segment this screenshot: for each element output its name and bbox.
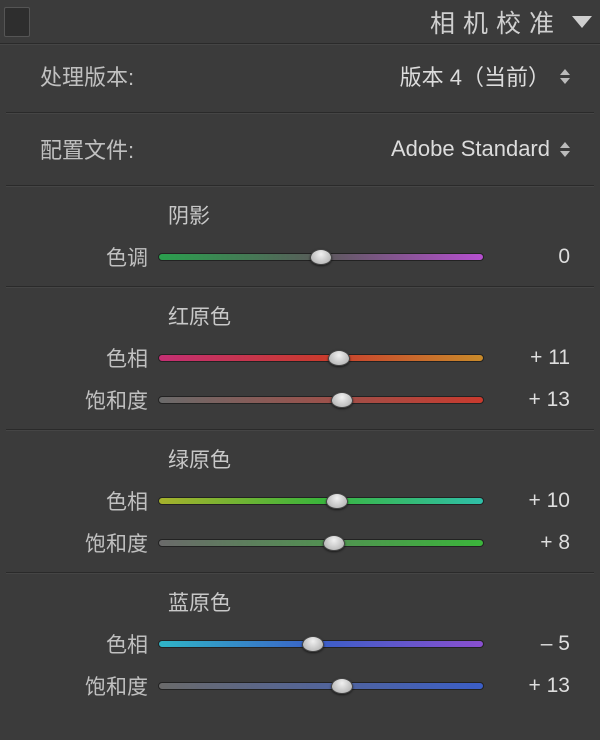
blue-primary-title: 蓝原色	[168, 587, 570, 617]
green-saturation-slider[interactable]	[158, 539, 484, 547]
process-version-value[interactable]: 版本 4（当前）	[400, 60, 550, 92]
red-hue-row: 色相 + 11	[30, 337, 570, 379]
slider-thumb[interactable]	[310, 249, 332, 265]
green-hue-value[interactable]: + 10	[484, 489, 570, 513]
slider-thumb[interactable]	[331, 678, 353, 694]
green-saturation-value[interactable]: + 8	[484, 531, 570, 555]
panel-header: 相机校准	[0, 0, 600, 44]
green-hue-label: 色相	[30, 486, 158, 516]
divider	[6, 429, 594, 430]
process-version-popup-icon[interactable]	[560, 69, 570, 84]
red-saturation-value[interactable]: + 13	[484, 388, 570, 412]
red-primary-title: 红原色	[168, 301, 570, 331]
panel-disclosure-icon[interactable]	[572, 16, 592, 28]
shadows-tint-value[interactable]: 0	[484, 245, 570, 269]
blue-saturation-label: 饱和度	[30, 671, 158, 701]
panel-title: 相机校准	[430, 4, 562, 40]
slider-thumb[interactable]	[323, 535, 345, 551]
red-saturation-row: 饱和度 + 13	[30, 379, 570, 421]
green-primary-section: 绿原色 色相 + 10 饱和度 + 8	[0, 434, 600, 568]
camera-calibration-panel: 相机校准 处理版本: 版本 4（当前） 配置文件: Adobe Standard…	[0, 0, 600, 740]
green-saturation-label: 饱和度	[30, 528, 158, 558]
green-saturation-row: 饱和度 + 8	[30, 522, 570, 564]
shadows-tint-slider[interactable]	[158, 253, 484, 261]
red-saturation-label: 饱和度	[30, 385, 158, 415]
shadows-title: 阴影	[168, 200, 570, 230]
shadows-section: 阴影 色调 0	[0, 190, 600, 282]
green-hue-row: 色相 + 10	[30, 480, 570, 522]
red-primary-section: 红原色 色相 + 11 饱和度 + 13	[0, 291, 600, 425]
slider-thumb[interactable]	[302, 636, 324, 652]
slider-thumb[interactable]	[326, 493, 348, 509]
profile-value[interactable]: Adobe Standard	[391, 136, 550, 162]
blue-hue-slider[interactable]	[158, 640, 484, 648]
red-hue-label: 色相	[30, 343, 158, 373]
panel-switch-icon[interactable]	[4, 7, 30, 37]
blue-saturation-row: 饱和度 + 13	[30, 665, 570, 707]
process-version-label: 处理版本:	[40, 60, 134, 92]
divider	[6, 572, 594, 573]
red-hue-value[interactable]: + 11	[484, 346, 570, 370]
red-hue-slider[interactable]	[158, 354, 484, 362]
profile-row: 配置文件: Adobe Standard	[0, 117, 600, 181]
blue-hue-value[interactable]: – 5	[484, 632, 570, 656]
profile-popup-icon[interactable]	[560, 142, 570, 157]
divider	[6, 185, 594, 186]
slider-thumb[interactable]	[328, 350, 350, 366]
blue-hue-label: 色相	[30, 629, 158, 659]
divider	[6, 286, 594, 287]
red-saturation-slider[interactable]	[158, 396, 484, 404]
blue-saturation-value[interactable]: + 13	[484, 674, 570, 698]
blue-hue-row: 色相 – 5	[30, 623, 570, 665]
slider-thumb[interactable]	[331, 392, 353, 408]
green-primary-title: 绿原色	[168, 444, 570, 474]
profile-label: 配置文件:	[40, 133, 134, 165]
shadows-tint-row: 色调 0	[30, 236, 570, 278]
blue-primary-section: 蓝原色 色相 – 5 饱和度 + 13	[0, 577, 600, 711]
blue-saturation-slider[interactable]	[158, 682, 484, 690]
shadows-tint-label: 色调	[30, 242, 158, 272]
divider	[6, 112, 594, 113]
process-version-row: 处理版本: 版本 4（当前）	[0, 44, 600, 108]
green-hue-slider[interactable]	[158, 497, 484, 505]
